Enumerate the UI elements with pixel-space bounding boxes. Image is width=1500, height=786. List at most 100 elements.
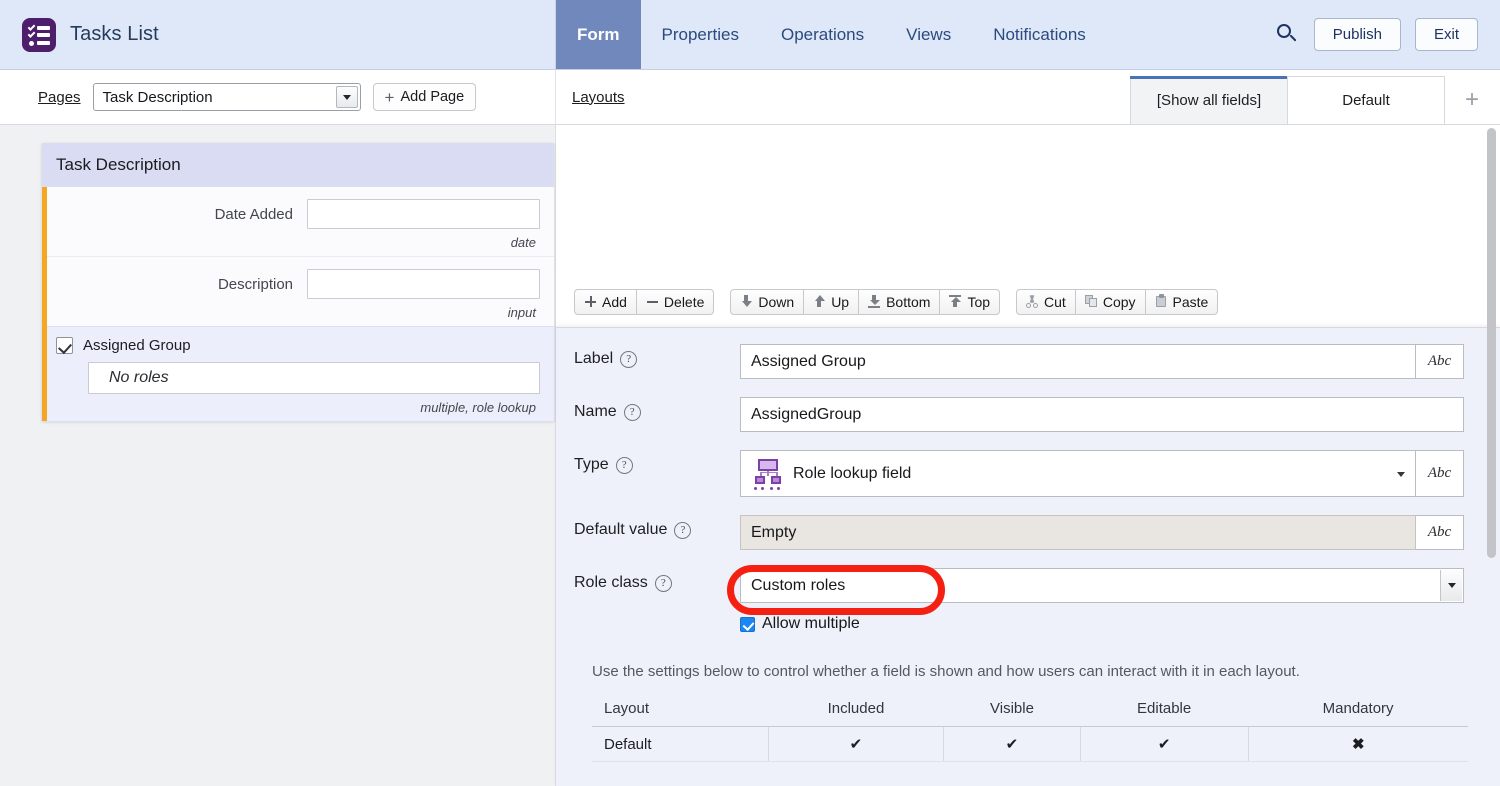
role-class-field-label: Role class ?	[574, 568, 740, 592]
form-canvas: Task Description Date Added date Descrip…	[0, 125, 556, 786]
role-class-value: Custom roles	[751, 576, 846, 594]
name-input[interactable]: AssignedGroup	[740, 397, 1464, 432]
field-toolbar: Add Delete Down Up Bottom Top Cut Copy P…	[556, 276, 1500, 327]
form-card: Task Description Date Added date Descrip…	[42, 143, 554, 421]
move-bottom-label: Bottom	[886, 293, 931, 310]
layout-tab-show-all-fields[interactable]: [Show all fields]	[1130, 76, 1288, 124]
add-layout-button[interactable]: +	[1444, 76, 1500, 124]
form-field-row-selected[interactable]: Assigned Group No roles multiple, role l…	[42, 327, 554, 421]
form-card-title: Task Description	[42, 143, 554, 187]
cut-button[interactable]: Cut	[1016, 288, 1076, 315]
minus-icon	[646, 295, 659, 308]
layouts-zone: Layouts [Show all fields] Default +	[556, 70, 1500, 124]
type-abc-button[interactable]: Abc	[1416, 450, 1464, 497]
label-text: Name	[574, 403, 617, 420]
role-class-select[interactable]: Custom roles	[740, 568, 1464, 603]
field-label: Description	[217, 275, 293, 293]
label-field-label: Label ?	[574, 344, 740, 368]
tab-properties[interactable]: Properties	[641, 0, 760, 69]
copy-icon	[1084, 295, 1098, 308]
form-field-row[interactable]: Description input	[42, 257, 554, 327]
top-bar: Tasks List Form Properties Operations Vi…	[0, 0, 1500, 70]
cell-visible-check[interactable]: ✔	[943, 726, 1081, 762]
plus-icon: +	[384, 87, 395, 107]
layouts-label[interactable]: Layouts	[572, 89, 625, 106]
sub-bar: Pages Task Description + Add Page Layout…	[0, 70, 1500, 125]
table-row: Default ✔ ✔ ✔ ✖	[592, 726, 1468, 762]
date-added-input[interactable]	[307, 199, 540, 229]
cell-mandatory-cross[interactable]: ✖	[1248, 726, 1468, 762]
field-type-hint: date	[510, 235, 536, 250]
tab-form[interactable]: Form	[556, 0, 641, 69]
field-type-hint: multiple, role lookup	[420, 400, 536, 415]
copy-label: Copy	[1102, 293, 1136, 310]
pages-label[interactable]: Pages	[38, 89, 81, 106]
layout-tab-default[interactable]: Default	[1287, 76, 1445, 124]
default-value-abc-button[interactable]: Abc	[1416, 515, 1464, 550]
help-icon[interactable]: ?	[623, 403, 641, 421]
move-down-button[interactable]: Down	[730, 288, 805, 315]
column-header-editable: Editable	[1080, 694, 1249, 727]
cell-editable-check[interactable]: ✔	[1080, 726, 1249, 762]
default-value-field-label: Default value ?	[574, 515, 740, 539]
property-row-name: Name ? AssignedGroup	[574, 397, 1464, 432]
delete-field-button[interactable]: Delete	[635, 288, 715, 315]
page-select[interactable]: Task Description	[92, 83, 361, 111]
move-top-label: Top	[967, 293, 991, 310]
paste-button[interactable]: Paste	[1144, 288, 1219, 315]
column-header-visible: Visible	[943, 694, 1081, 727]
publish-button[interactable]: Publish	[1313, 18, 1401, 51]
chevron-down-icon	[335, 86, 358, 108]
layout-settings-hint: Use the settings below to control whethe…	[592, 663, 1300, 680]
add-field-button[interactable]: Add	[574, 288, 637, 315]
allow-multiple-checkbox[interactable]	[740, 616, 755, 632]
description-input[interactable]	[307, 269, 540, 299]
type-select[interactable]: Role lookup field	[740, 450, 1416, 497]
allow-multiple-label: Allow multiple	[762, 615, 860, 632]
label-input[interactable]: Assigned Group	[740, 344, 1416, 379]
checklist-icon	[22, 17, 56, 52]
help-icon[interactable]: ?	[620, 350, 638, 368]
copy-button[interactable]: Copy	[1074, 288, 1146, 315]
assigned-group-input[interactable]: No roles	[88, 362, 540, 394]
default-value-input[interactable]: Empty	[740, 515, 1416, 550]
move-bottom-button[interactable]: Bottom	[858, 288, 941, 315]
allow-multiple-row: Allow multiple	[740, 615, 1464, 633]
toolbar-group-clipboard: Cut Copy Paste	[1016, 288, 1219, 315]
move-top-button[interactable]: Top	[939, 288, 1001, 315]
label-abc-button[interactable]: Abc	[1416, 344, 1464, 379]
field-checkbox[interactable]	[56, 337, 73, 354]
name-field-label: Name ?	[574, 397, 740, 421]
property-row-type: Type ? Role lookup field Abc	[574, 450, 1464, 497]
exit-button[interactable]: Exit	[1414, 18, 1478, 51]
cell-layout-name: Default	[592, 726, 769, 762]
move-to-bottom-icon	[868, 295, 881, 308]
form-designer-window: Tasks List Form Properties Operations Vi…	[0, 0, 1500, 786]
move-up-label: Up	[831, 293, 850, 310]
column-header-mandatory: Mandatory	[1248, 694, 1468, 727]
column-header-layout: Layout	[592, 694, 768, 727]
cell-included-check[interactable]: ✔	[768, 726, 945, 762]
search-icon[interactable]	[1274, 22, 1300, 48]
add-field-label: Add	[602, 293, 627, 310]
help-icon[interactable]: ?	[615, 456, 633, 474]
layout-tab-strip: [Show all fields] Default +	[1130, 70, 1500, 124]
vertical-scrollbar[interactable]	[1487, 128, 1496, 558]
scissors-icon	[1026, 295, 1039, 308]
accent-bar	[42, 187, 47, 421]
page-title: Tasks List	[70, 23, 159, 45]
add-page-label: Add Page	[400, 89, 465, 105]
move-up-button[interactable]: Up	[803, 288, 860, 315]
field-type-hint: input	[507, 305, 536, 320]
help-icon[interactable]: ?	[674, 521, 692, 539]
tab-views[interactable]: Views	[885, 0, 972, 69]
label-text: Default value	[574, 521, 668, 538]
label-text: Role class	[574, 574, 648, 591]
add-page-button[interactable]: + Add Page	[372, 83, 477, 111]
tab-notifications[interactable]: Notifications	[972, 0, 1107, 69]
tab-operations[interactable]: Operations	[760, 0, 885, 69]
chevron-down-icon	[1440, 570, 1462, 601]
help-icon[interactable]: ?	[654, 574, 672, 592]
form-field-row[interactable]: Date Added date	[42, 187, 554, 257]
label-text: Type	[574, 456, 609, 473]
